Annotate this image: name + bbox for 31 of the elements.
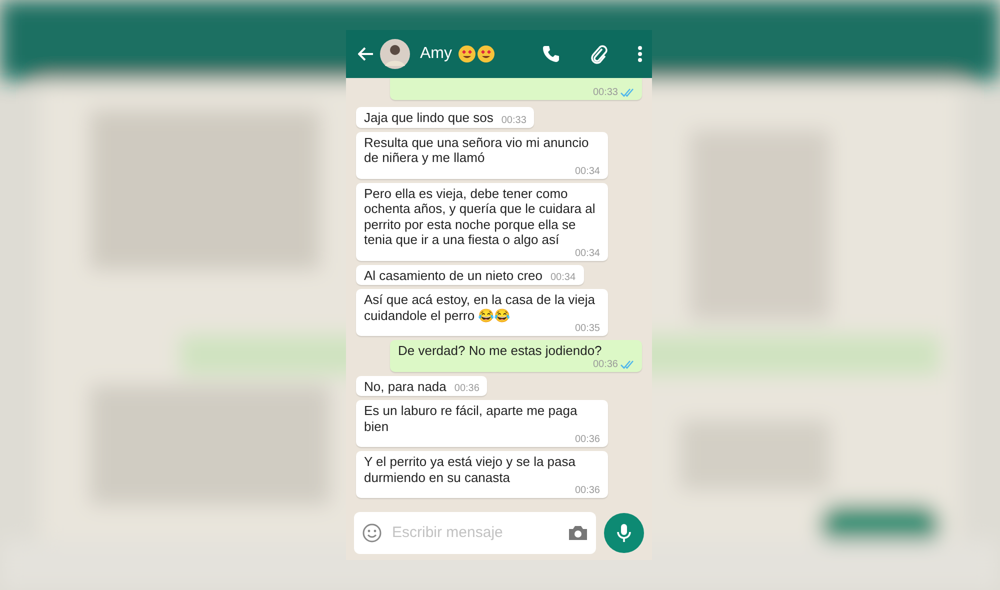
message-text: De verdad? No me estas jodiendo? xyxy=(398,343,602,358)
message-time: 00:33 xyxy=(592,87,618,98)
heart-eyes-emoji-icon xyxy=(458,45,496,63)
message-time: 00:36 xyxy=(574,434,600,445)
message-time: 00:34 xyxy=(550,272,576,283)
camera-icon[interactable] xyxy=(568,525,588,541)
message-time: 00:34 xyxy=(574,166,600,176)
message-text: Jaja que lindo que sos xyxy=(364,110,494,126)
message-text: No, para nada xyxy=(364,378,446,394)
emoji-icon[interactable] xyxy=(362,523,382,543)
message-field[interactable]: Escribir mensaje xyxy=(354,512,596,554)
message-time: 00:36 xyxy=(454,383,480,394)
message-time: 00:33 xyxy=(501,114,526,126)
contact-name: Amy xyxy=(420,44,452,64)
message-text: Es un laburo re fácil, aparte me paga bien xyxy=(364,403,578,434)
message-time: 00:35 xyxy=(574,323,600,334)
back-icon[interactable] xyxy=(358,47,374,61)
message-time: 00:36 xyxy=(574,485,600,496)
microphone-icon[interactable] xyxy=(617,523,631,543)
message-text: Así que acá estoy, en la casa de la vieja cuidandole el perro 😂😂 xyxy=(364,292,596,323)
avatar-icon[interactable] xyxy=(380,39,410,69)
message-text: Resulta que una señora vio mi anuncio de niñera y me llamó xyxy=(364,134,590,166)
message-time: 00:36 xyxy=(592,358,618,370)
message-text: Pero ella es vieja, debe tener como ochenta años, y quería que le cuidara al perrito por esta noche porque ella se tenia que ir a una fiesta o algo así xyxy=(364,186,596,248)
menu-icon[interactable] xyxy=(638,46,642,62)
phone-icon[interactable] xyxy=(542,45,560,63)
message-text: Al casamiento de un nieto creo xyxy=(364,268,542,283)
paperclip-icon[interactable] xyxy=(590,44,608,64)
message-text: Y el perrito ya está viejo y se la pasa durmiendo en su canasta xyxy=(364,454,576,485)
microphone-button[interactable] xyxy=(604,513,644,553)
message-time: 00:34 xyxy=(574,248,600,258)
